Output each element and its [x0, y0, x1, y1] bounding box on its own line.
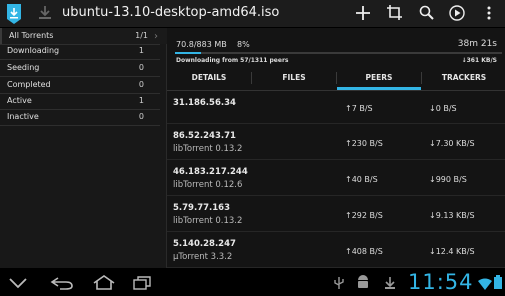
peer-row[interactable]: 46.183.217.244 libTorrent 0.12.6 ↑40 B/S… [167, 163, 505, 196]
app-icon[interactable] [3, 3, 25, 25]
sidebar-item-all-torrents[interactable]: All Torrents 1/1 › [0, 28, 168, 44]
page-indicator: 1/1 [135, 31, 148, 40]
sidebar: All Torrents 1/1 › Downloading 1 Seeding… [0, 28, 168, 268]
tab-trackers[interactable]: TRACKERS [422, 66, 505, 90]
peer-download-rate: ↓990 B/S [429, 175, 467, 184]
peer-download-rate: ↓0 B/S [429, 104, 457, 113]
sidebar-item-label: Downloading [7, 46, 60, 55]
sidebar-item-count: 0 [138, 112, 144, 121]
divider [0, 125, 160, 126]
sidebar-item-seeding[interactable]: Seeding 0 [0, 60, 166, 76]
peer-ip: 5.140.28.247 [173, 239, 236, 249]
peer-ip: 5.79.77.163 [173, 203, 231, 213]
peer-download-rate: ↓12.4 KB/S [429, 247, 475, 256]
download-notification-icon [384, 275, 396, 294]
sidebar-item-downloading[interactable]: Downloading 1 [0, 43, 166, 59]
keyboard-hide-icon[interactable] [8, 275, 28, 294]
android-icon [356, 274, 370, 294]
sidebar-item-count: 0 [138, 63, 144, 72]
add-icon[interactable] [354, 4, 372, 22]
peer-download-rate: ↓7.30 KB/S [429, 139, 475, 148]
tab-peers[interactable]: PEERS [337, 66, 421, 90]
percent-complete: 8% [237, 40, 250, 49]
peer-upload-rate: ↑292 B/S [345, 211, 383, 220]
peer-row[interactable]: 5.140.28.247 µTorrent 3.3.2 ↑408 B/S ↓12… [167, 235, 505, 268]
sidebar-item-active[interactable]: Active 1 [0, 93, 166, 109]
peer-client: libTorrent 0.13.2 [173, 216, 243, 226]
sidebar-item-count: 0 [138, 80, 144, 89]
sidebar-item-label: Inactive [7, 112, 39, 121]
peer-row[interactable]: 5.79.77.163 libTorrent 0.13.2 ↑292 B/S ↓… [167, 199, 505, 232]
sidebar-item-count: 1 [138, 46, 144, 55]
torrent-detail-panel: 70.8/883 MB 8% 38m 21s Downloading from … [167, 28, 505, 268]
peer-download-rate: ↓9.13 KB/S [429, 211, 475, 220]
peer-ip: 31.186.56.34 [173, 98, 236, 108]
peer-upload-rate: ↑7 B/S [345, 104, 373, 113]
search-icon[interactable] [418, 4, 436, 22]
sidebar-item-label: All Torrents [9, 31, 54, 40]
tab-bar: DETAILS FILES PEERS TRACKERS [167, 66, 505, 91]
battery-icon [494, 274, 502, 293]
play-icon[interactable] [448, 4, 466, 22]
sidebar-item-label: Active [7, 96, 32, 105]
wifi-icon [478, 275, 492, 294]
sidebar-item-count: 1 [138, 96, 144, 105]
sidebar-item-label: Completed [7, 80, 51, 89]
peer-upload-rate: ↑230 B/S [345, 139, 383, 148]
tab-files[interactable]: FILES [252, 66, 336, 90]
peer-client: libTorrent 0.13.2 [173, 144, 243, 154]
sidebar-item-label: Seeding [7, 63, 40, 72]
action-bar: ubuntu-13.10-desktop-amd64.iso [0, 0, 505, 28]
progress-bar-fill [175, 52, 202, 54]
download-rate: ↓361 KB/S [461, 57, 497, 64]
back-icon[interactable] [50, 275, 74, 294]
peer-ip: 86.52.243.71 [173, 131, 236, 141]
download-icon [38, 4, 52, 20]
home-icon[interactable] [92, 274, 116, 294]
progress-bar [175, 52, 502, 54]
status-clock: 11:54 [408, 270, 474, 294]
peer-client: libTorrent 0.12.6 [173, 180, 243, 190]
size-progress: 70.8/883 MB [176, 40, 227, 49]
peer-row[interactable]: 31.186.56.34 ↑7 B/S ↓0 B/S [167, 91, 505, 124]
tab-details[interactable]: DETAILS [167, 66, 251, 90]
peer-ip: 46.183.217.244 [173, 167, 248, 177]
sidebar-item-inactive[interactable]: Inactive 0 [0, 109, 166, 125]
recent-apps-icon[interactable] [132, 275, 152, 294]
peer-client: µTorrent 3.3.2 [173, 252, 233, 262]
sidebar-item-completed[interactable]: Completed 0 [0, 77, 166, 93]
download-status: Downloading from 57/1311 peers [176, 57, 289, 64]
peer-upload-rate: ↑40 B/S [345, 175, 378, 184]
overflow-icon[interactable] [480, 4, 498, 22]
usb-debug-icon [333, 275, 345, 294]
peer-row[interactable]: 86.52.243.71 libTorrent 0.13.2 ↑230 B/S … [167, 127, 505, 160]
torrent-title: ubuntu-13.10-desktop-amd64.iso [62, 5, 280, 20]
system-navigation-bar: 11:54 [0, 268, 505, 296]
crop-icon[interactable] [386, 4, 404, 22]
eta: 38m 21s [457, 39, 497, 49]
peer-upload-rate: ↑408 B/S [345, 247, 383, 256]
